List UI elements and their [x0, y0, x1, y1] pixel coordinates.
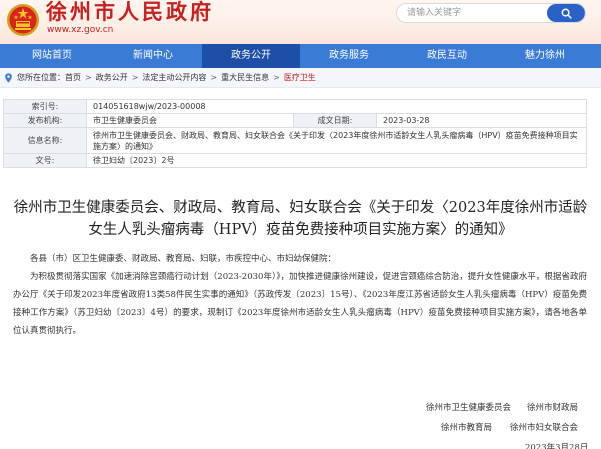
search-box [396, 3, 586, 23]
document-salutation: 各县（市）区卫生健康委、财政局、教育局、妇联，市疾控中心、市妇幼保健院： [30, 254, 337, 264]
breadcrumb-home[interactable]: 首页 [65, 68, 81, 88]
info-row-docno: 文号: 徐卫妇幼〔2023〕2号 [3, 153, 587, 168]
nav-item-gov-services[interactable]: 政务服务 [300, 44, 398, 68]
search-icon [561, 8, 572, 19]
nav-item-news[interactable]: 新闻中心 [104, 44, 202, 68]
index-label: 索引号: [3, 99, 87, 114]
national-emblem-icon[interactable] [6, 3, 40, 37]
breadcrumb-livelihood[interactable]: 重大民生信息 [221, 68, 269, 88]
breadcrumb-separator: > [85, 72, 92, 82]
main-nav: 网站首页 新闻中心 政务公开 政务服务 政民互动 魅力徐州 [0, 44, 601, 68]
breadcrumb-statutory[interactable]: 法定主动公开内容 [142, 68, 206, 88]
site-title[interactable]: 徐州市人民政府 [46, 0, 214, 24]
breadcrumb-gov-affairs[interactable]: 政务公开 [96, 68, 128, 88]
breadcrumb-prefix: 您所在位置： [17, 72, 65, 82]
info-row-publisher: 发布机构: 市卫生健康委员会 成文日期: 2023-03-28 [3, 113, 587, 128]
docno-label: 文号: [3, 153, 87, 168]
date-label: 成文日期: [293, 113, 377, 128]
document-info-table: 索引号: 014051618wjw/2023-00008 发布机构: 市卫生健康… [3, 99, 587, 168]
nav-item-interaction[interactable]: 政民互动 [398, 44, 496, 68]
site-header: 徐州市人民政府 www.xz.gov.cn [0, 0, 601, 44]
breadcrumb-medical[interactable]: 医疗卫生 [284, 68, 316, 88]
search-input[interactable] [397, 4, 547, 22]
document-body: 各县（市）区卫生健康委、财政局、教育局、妇联，市疾控中心、市妇幼保健院： 为积极… [13, 250, 587, 340]
nav-item-gov-affairs[interactable]: 政务公开 [202, 44, 300, 68]
date-value: 2023-03-28 [376, 113, 587, 128]
breadcrumb-separator: > [131, 72, 139, 82]
document-paragraph: 为积极贯彻落实国家《加速消除宫颈癌行动计划（2023-2030年）》，加快推进健… [13, 272, 587, 336]
signature-education-bureau: 徐州市教育局 [441, 423, 493, 433]
breadcrumb-separator: > [210, 72, 218, 82]
publisher-label: 发布机构: [3, 113, 87, 128]
search-button[interactable] [547, 4, 585, 22]
signature-health-commission: 徐州市卫生健康委员会 [426, 403, 512, 413]
docno-value: 徐卫妇幼〔2023〕2号 [86, 153, 587, 168]
publisher-value: 市卫生健康委员会 [86, 113, 294, 128]
index-value: 014051618wjw/2023-00008 [86, 99, 587, 114]
nav-item-home[interactable]: 网站首页 [0, 44, 104, 68]
info-row-index: 索引号: 014051618wjw/2023-00008 [3, 99, 587, 114]
document-title: 徐州市卫生健康委员会、财政局、教育局、妇女联合会《关于印发〈2023年度徐州市适… [13, 200, 588, 238]
breadcrumb-separator: > [273, 72, 280, 82]
name-value: 徐州市卫生健康委员会、财政局、教育局、妇女联合会《关于印发〈2023年度徐州市适… [86, 127, 587, 154]
signature-date: 2023年3月28日 [525, 443, 589, 449]
breadcrumb: 您所在位置： 首页 > 政务公开 > 法定主动公开内容 > 重大民生信息 > 医… [0, 68, 601, 88]
name-label: 信息名称: [3, 127, 87, 154]
nav-item-charm-xuzhou[interactable]: 魅力徐州 [496, 44, 594, 68]
site-domain: www.xz.gov.cn [47, 25, 114, 35]
signature-finance-bureau: 徐州市财政局 [527, 403, 579, 413]
location-pin-icon [5, 72, 12, 83]
signature-womens-federation: 徐州市妇女联合会 [510, 423, 579, 433]
info-row-name: 信息名称: 徐州市卫生健康委员会、财政局、教育局、妇女联合会《关于印发〈2023… [3, 127, 587, 154]
